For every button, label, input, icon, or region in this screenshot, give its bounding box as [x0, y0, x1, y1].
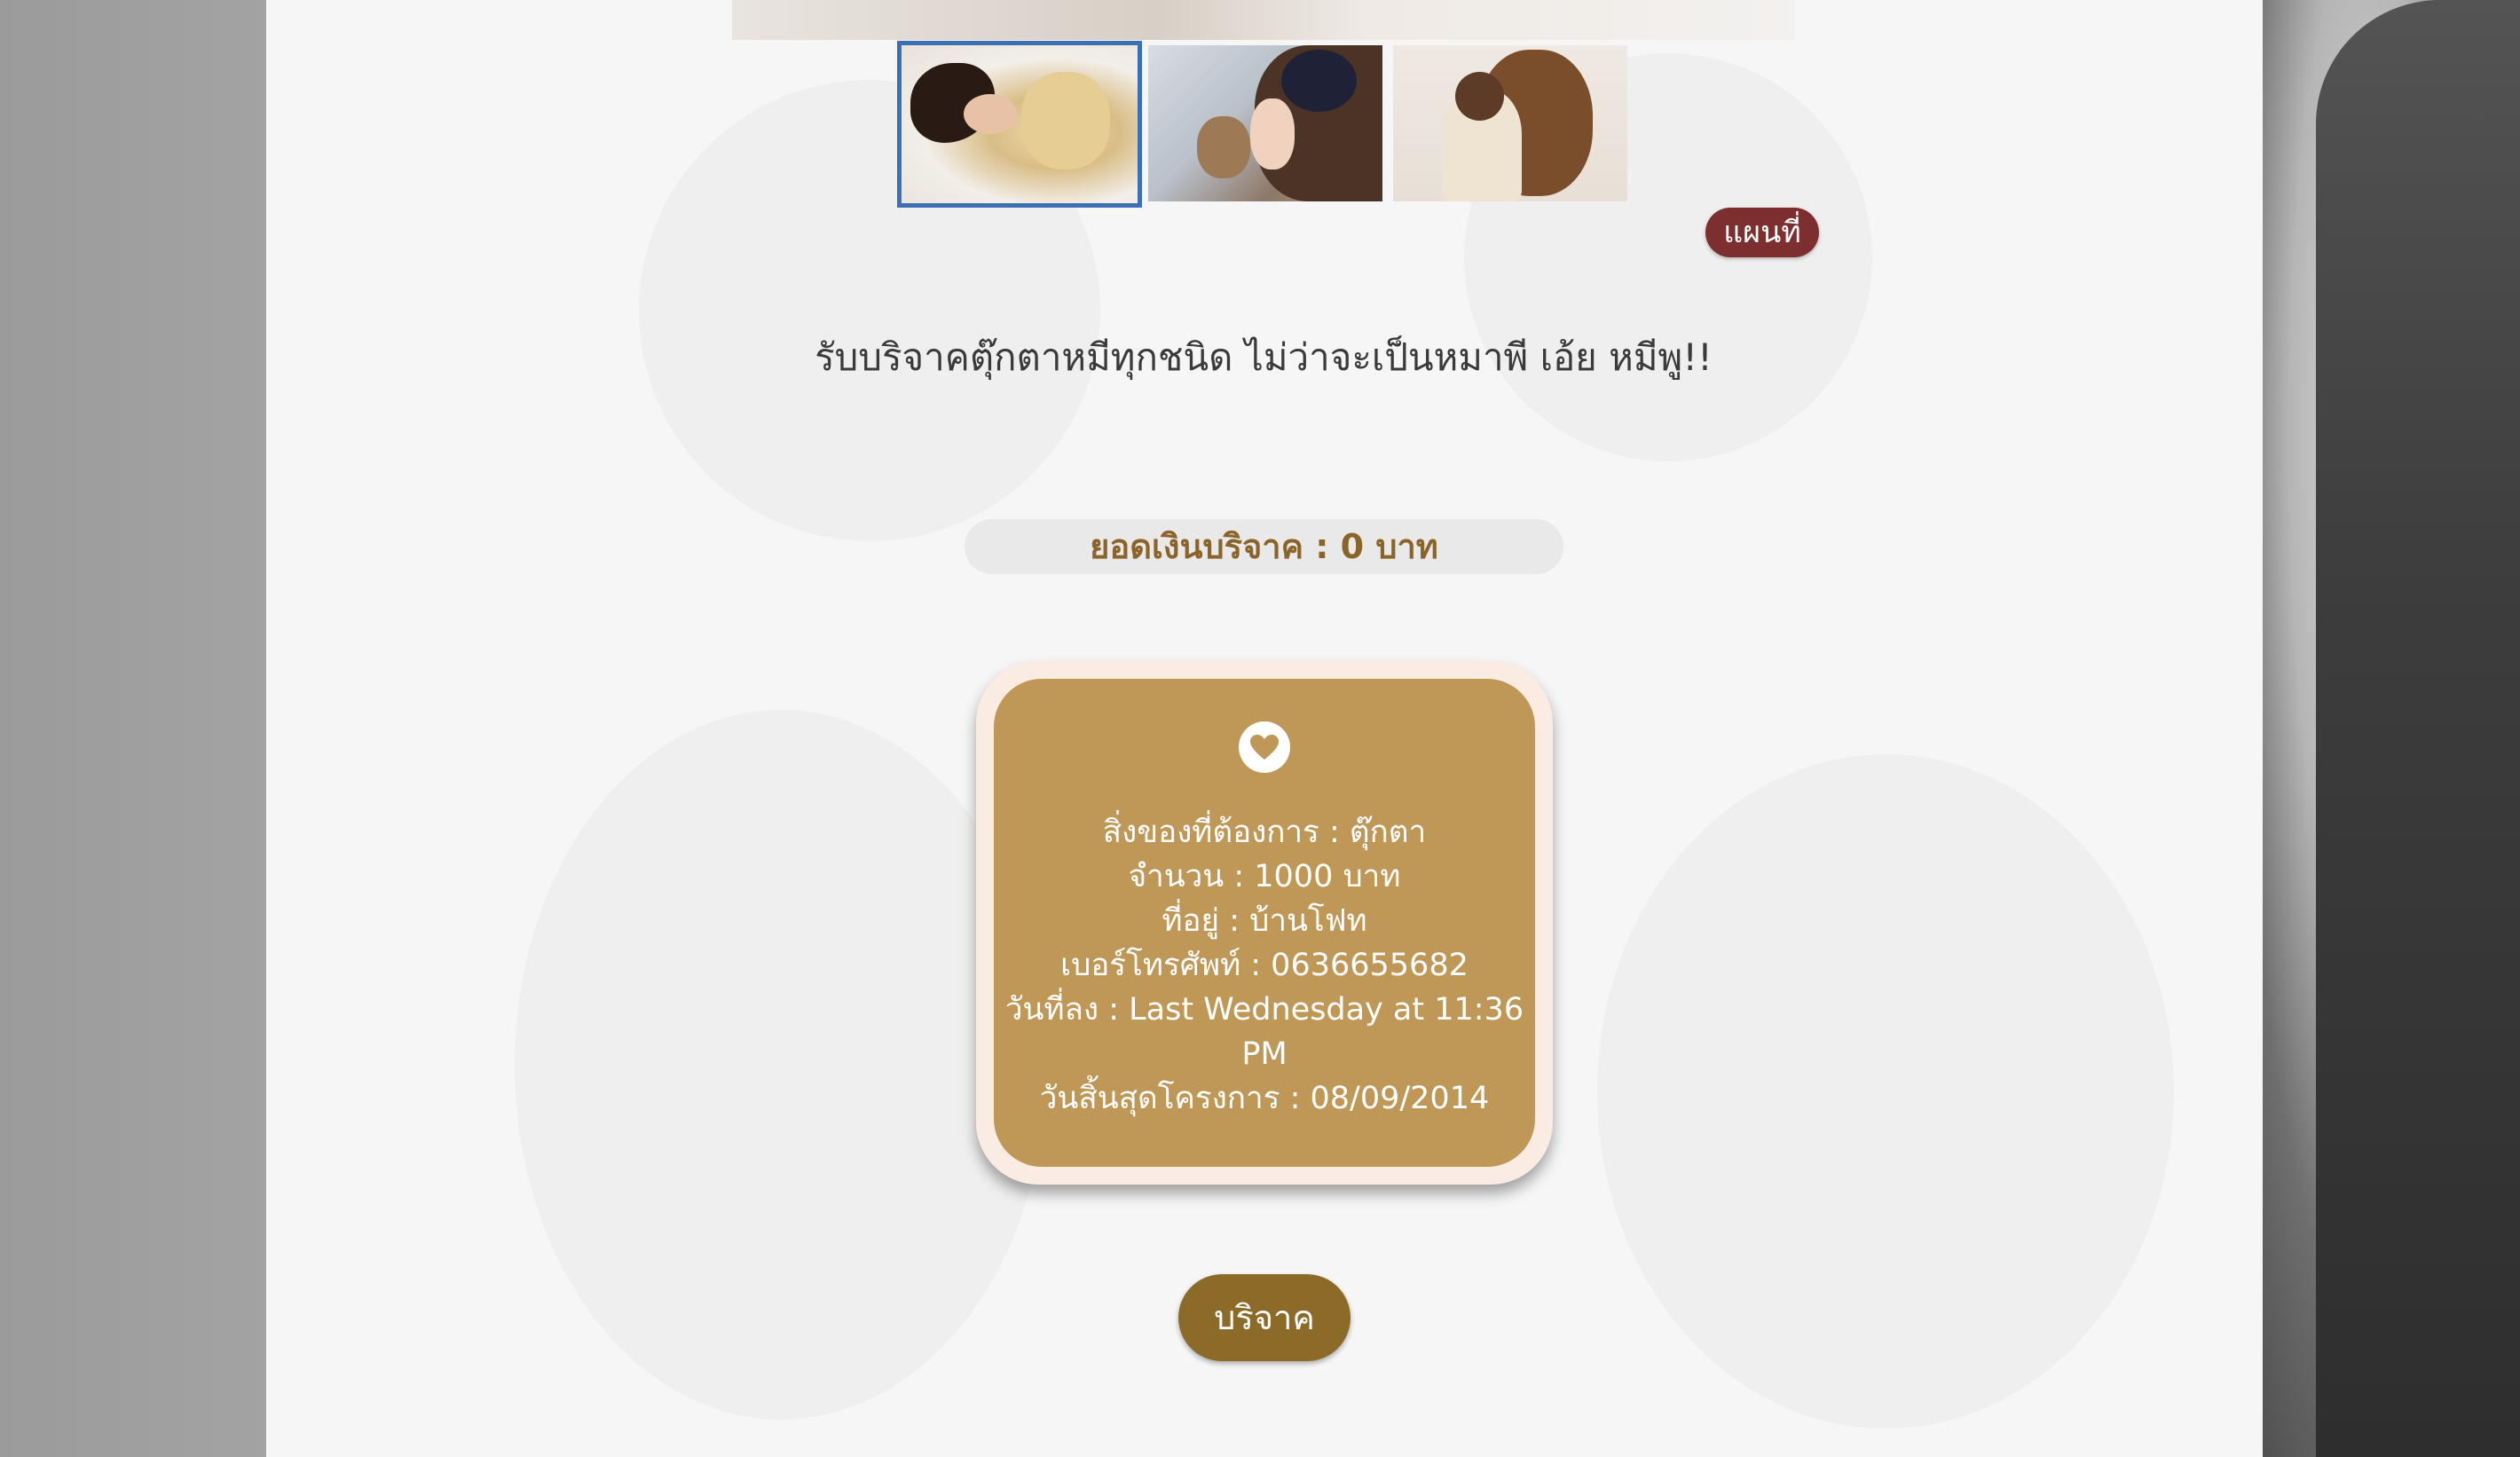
detail-end-date: วันสิ้นสุดโครงการ : 08/09/2014: [1039, 1081, 1490, 1116]
thumbnail-1[interactable]: [897, 41, 1142, 208]
detail-phone: เบอร์โทรศัพท์ : 0636655682: [1060, 948, 1469, 983]
heart-icon: [1239, 721, 1290, 773]
detail-card: สิ่งของที่ต้องการ : ตุ๊กตา จำนวน : 1000 …: [976, 661, 1553, 1185]
detail-posted-date: วันที่ลง : Last Wednesday at 11:36 PM: [1004, 992, 1524, 1072]
map-button[interactable]: แผนที่: [1705, 208, 1819, 257]
thumbnail-image: [1393, 45, 1627, 201]
background-right: [2263, 0, 2520, 1457]
background-left: [0, 0, 266, 1457]
detail-card-text: สิ่งของที่ต้องการ : ตุ๊กตา จำนวน : 1000 …: [1003, 810, 1526, 1121]
bg-watermark-shape: [515, 710, 1047, 1420]
page-headline: รับบริจาคตุ๊กตาหมีทุกชนิด ไม่ว่าจะเป็นหม…: [815, 335, 1713, 379]
donate-button[interactable]: บริจาค: [1178, 1274, 1351, 1361]
main-image: [732, 0, 1795, 40]
thumbnail-image: [902, 45, 1138, 203]
donation-total: ยอดเงินบริจาค : 0 บาท: [965, 519, 1563, 574]
content-panel: แผนที่ รับบริจาคตุ๊กตาหมีทุกชนิด ไม่ว่าจ…: [266, 0, 2263, 1457]
detail-item: สิ่งของที่ต้องการ : ตุ๊กตา: [1102, 815, 1427, 850]
thumbnail-3[interactable]: [1390, 43, 1630, 204]
thumbnail-image: [1148, 45, 1382, 201]
bg-watermark-shape: [1597, 754, 2174, 1429]
thumbnail-2[interactable]: [1146, 43, 1385, 204]
background-fold: [2316, 0, 2520, 1457]
detail-amount: จำนวน : 1000 บาท: [1128, 859, 1401, 894]
detail-card-body: สิ่งของที่ต้องการ : ตุ๊กตา จำนวน : 1000 …: [994, 679, 1535, 1167]
detail-address: ที่อยู่ : บ้านโฟท: [1162, 903, 1367, 939]
